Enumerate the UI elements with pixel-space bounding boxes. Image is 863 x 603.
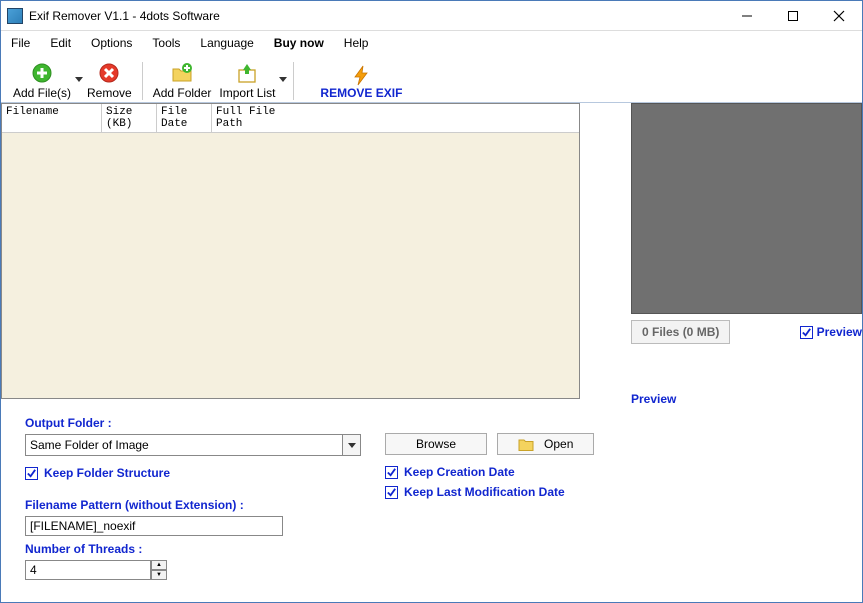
import-list-button[interactable]: Import List	[215, 57, 279, 100]
file-grid[interactable]: Filename Size (KB) File Date Full File P…	[1, 103, 580, 399]
open-button[interactable]: Open	[497, 433, 594, 455]
keep-creation-date-label: Keep Creation Date	[404, 465, 515, 479]
preview-image-box	[631, 103, 862, 314]
spinner-down[interactable]: ▼	[151, 570, 167, 580]
checkbox-icon	[800, 326, 813, 339]
preview-row: 0 Files (0 MB) Preview	[631, 320, 862, 344]
keep-last-mod-date-checkbox[interactable]: Keep Last Modification Date	[385, 485, 842, 499]
remove-label: Remove	[87, 86, 132, 100]
close-button[interactable]	[816, 1, 862, 30]
menu-bar: File Edit Options Tools Language Buy now…	[1, 31, 862, 55]
col-fullpath[interactable]: Full File Path	[212, 104, 300, 132]
menu-file[interactable]: File	[11, 36, 30, 50]
num-threads-input[interactable]	[25, 560, 151, 580]
add-icon	[31, 62, 53, 84]
col-size[interactable]: Size (KB)	[102, 104, 157, 132]
preview-checkbox[interactable]: Preview	[800, 325, 862, 339]
open-label: Open	[544, 437, 573, 451]
menu-tools[interactable]: Tools	[152, 36, 180, 50]
remove-icon	[98, 62, 120, 84]
maximize-button[interactable]	[770, 1, 816, 30]
output-folder-label: Output Folder :	[25, 416, 361, 430]
filename-pattern-input[interactable]	[25, 516, 283, 536]
add-folder-button[interactable]: Add Folder	[149, 57, 216, 100]
menu-edit[interactable]: Edit	[50, 36, 71, 50]
toolbar: Add File(s) Remove Add Folder Import Lis…	[1, 55, 862, 103]
bolt-icon	[350, 64, 372, 86]
import-list-label: Import List	[219, 86, 275, 100]
output-folder-combo[interactable]	[25, 434, 361, 456]
left-panel: Filename Size (KB) File Date Full File P…	[1, 103, 627, 406]
app-icon	[7, 8, 23, 24]
checkbox-icon	[385, 466, 398, 479]
add-folder-label: Add Folder	[153, 86, 212, 100]
keep-folder-structure-label: Keep Folder Structure	[44, 466, 170, 480]
folder-open-icon	[518, 437, 534, 451]
preview-section-label: Preview	[631, 392, 862, 406]
menu-buynow[interactable]: Buy now	[274, 36, 324, 50]
output-folder-input[interactable]	[25, 434, 343, 456]
keep-folder-structure-checkbox[interactable]: Keep Folder Structure	[25, 466, 361, 480]
spinner-up[interactable]: ▲	[151, 560, 167, 570]
window-title: Exif Remover V1.1 - 4dots Software	[29, 9, 724, 23]
minimize-button[interactable]	[724, 1, 770, 30]
browse-button[interactable]: Browse	[385, 433, 487, 455]
bottom-column-2: Browse Open Keep Creation Date Keep Last…	[385, 416, 842, 580]
import-list-dropdown[interactable]	[279, 57, 287, 100]
folder-add-icon	[171, 62, 193, 84]
remove-button[interactable]: Remove	[83, 57, 136, 100]
preview-checkbox-label: Preview	[817, 325, 862, 339]
toolbar-separator-2	[293, 62, 294, 100]
num-threads-spinner[interactable]: ▲ ▼	[25, 560, 361, 580]
checkbox-icon	[25, 467, 38, 480]
right-panel: 0 Files (0 MB) Preview Preview	[627, 103, 862, 406]
menu-help[interactable]: Help	[344, 36, 369, 50]
checkbox-icon	[385, 486, 398, 499]
import-icon	[236, 62, 258, 84]
browse-open-row: Browse Open	[385, 433, 842, 455]
menu-language[interactable]: Language	[200, 36, 253, 50]
grid-header: Filename Size (KB) File Date Full File P…	[2, 104, 579, 133]
remove-exif-button[interactable]: REMOVE EXIF	[312, 64, 410, 100]
toolbar-separator	[142, 62, 143, 100]
col-filedate[interactable]: File Date	[157, 104, 212, 132]
add-files-label: Add File(s)	[13, 86, 71, 100]
content-area: Filename Size (KB) File Date Full File P…	[1, 103, 862, 406]
add-files-button[interactable]: Add File(s)	[9, 57, 75, 100]
window-controls	[724, 1, 862, 30]
add-files-dropdown[interactable]	[75, 57, 83, 100]
title-bar: Exif Remover V1.1 - 4dots Software	[1, 1, 862, 31]
num-threads-label: Number of Threads :	[25, 542, 361, 556]
chevron-down-icon[interactable]	[343, 434, 361, 456]
keep-last-mod-date-label: Keep Last Modification Date	[404, 485, 565, 499]
files-count-label: 0 Files (0 MB)	[631, 320, 730, 344]
bottom-column-1: Output Folder : Keep Folder Structure Fi…	[25, 416, 361, 580]
keep-creation-date-checkbox[interactable]: Keep Creation Date	[385, 465, 842, 479]
filename-pattern-label: Filename Pattern (without Extension) :	[25, 498, 361, 512]
menu-options[interactable]: Options	[91, 36, 132, 50]
col-filename[interactable]: Filename	[2, 104, 102, 132]
bottom-panel: Output Folder : Keep Folder Structure Fi…	[1, 406, 862, 580]
remove-exif-label: REMOVE EXIF	[320, 86, 402, 100]
